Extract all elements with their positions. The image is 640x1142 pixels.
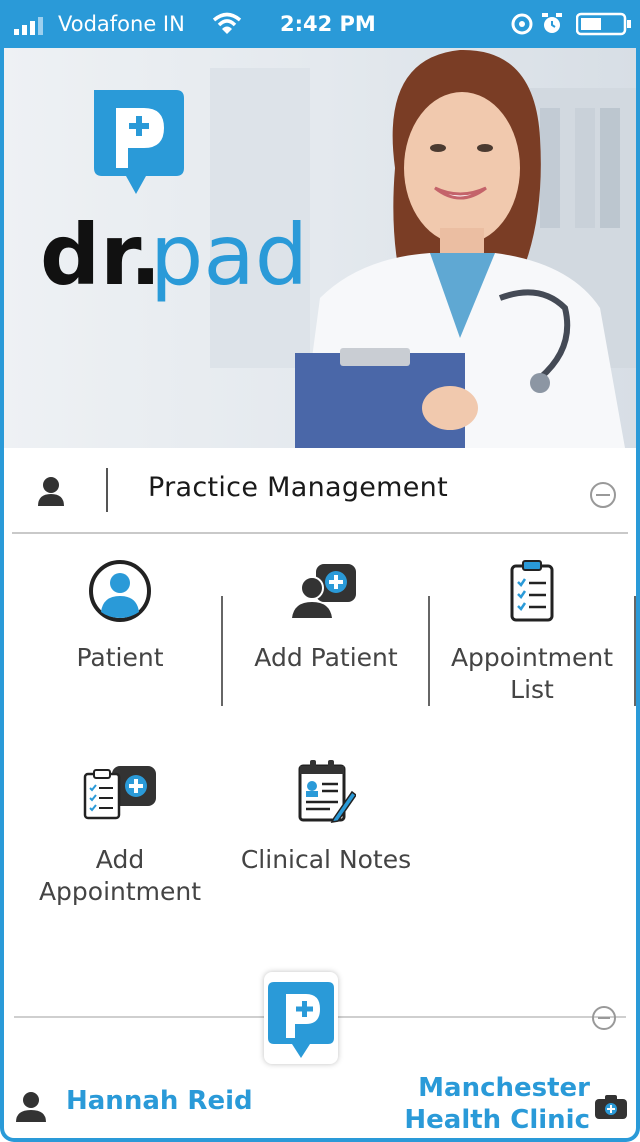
clinic-switch-icon[interactable]	[594, 1094, 628, 1120]
section-header-practice-management[interactable]: Practice Management	[12, 448, 628, 534]
user-icon	[38, 477, 64, 506]
tile-add-patient[interactable]: Add Patient	[226, 556, 426, 686]
user-avatar-icon	[16, 1092, 46, 1122]
tile-patient[interactable]: Patient	[20, 556, 220, 686]
status-bar: Vodafone IN 2:42 PM	[0, 0, 640, 48]
wifi-icon	[212, 12, 242, 34]
patient-icon	[89, 560, 151, 622]
tile-add-appointment[interactable]: Add Appointment	[20, 762, 220, 912]
section-title: Practice Management	[148, 472, 448, 503]
logo-text-pad: pad	[150, 206, 308, 304]
dr-pad-logo-icon	[268, 982, 334, 1058]
logo-text-dr: dr.	[40, 206, 162, 304]
clinic-name-line2: Health Clinic	[404, 1105, 590, 1135]
footer-app-logo[interactable]	[264, 972, 338, 1064]
tile-label: List	[510, 675, 554, 704]
battery-icon	[576, 12, 631, 36]
logged-in-user-name[interactable]: Hannah Reid	[66, 1086, 253, 1116]
tile-clinical-notes[interactable]: Clinical Notes	[226, 756, 426, 886]
tile-separator	[634, 596, 636, 706]
tile-label: Appointment	[450, 643, 614, 672]
tile-separator	[428, 596, 430, 706]
footer-collapse-icon[interactable]	[590, 1004, 618, 1032]
location-icon	[511, 13, 533, 35]
app-screen: Vodafone IN 2:42 PM dr. pad Practice Man…	[0, 0, 640, 1142]
tile-label: Clinical Notes	[240, 845, 412, 874]
tile-appointment-list[interactable]: Appointment List	[432, 556, 632, 706]
carrier-name: Vodafone IN	[58, 12, 185, 36]
tile-separator	[221, 596, 223, 706]
tile-label: Patient	[76, 643, 164, 672]
tile-label: Appointment	[38, 877, 202, 906]
hero-banner[interactable]: dr. pad	[0, 48, 640, 448]
signal-bars-icon	[14, 17, 43, 35]
clinic-name[interactable]: Manchester Health Clinic	[390, 1072, 590, 1136]
header-separator	[106, 468, 108, 512]
dr-pad-logo: dr. pad	[40, 90, 308, 304]
tile-label: Add Patient	[254, 643, 398, 672]
status-time: 2:42 PM	[280, 12, 376, 36]
collapse-icon[interactable]	[588, 480, 618, 510]
clinical-notes-icon	[298, 760, 356, 823]
alarm-icon	[542, 13, 562, 33]
appointment-list-icon	[510, 560, 554, 622]
add-appointment-icon	[83, 766, 156, 820]
clinic-name-line1: Manchester	[418, 1073, 590, 1103]
add-patient-icon	[292, 564, 356, 618]
tile-label: Add	[95, 845, 145, 874]
